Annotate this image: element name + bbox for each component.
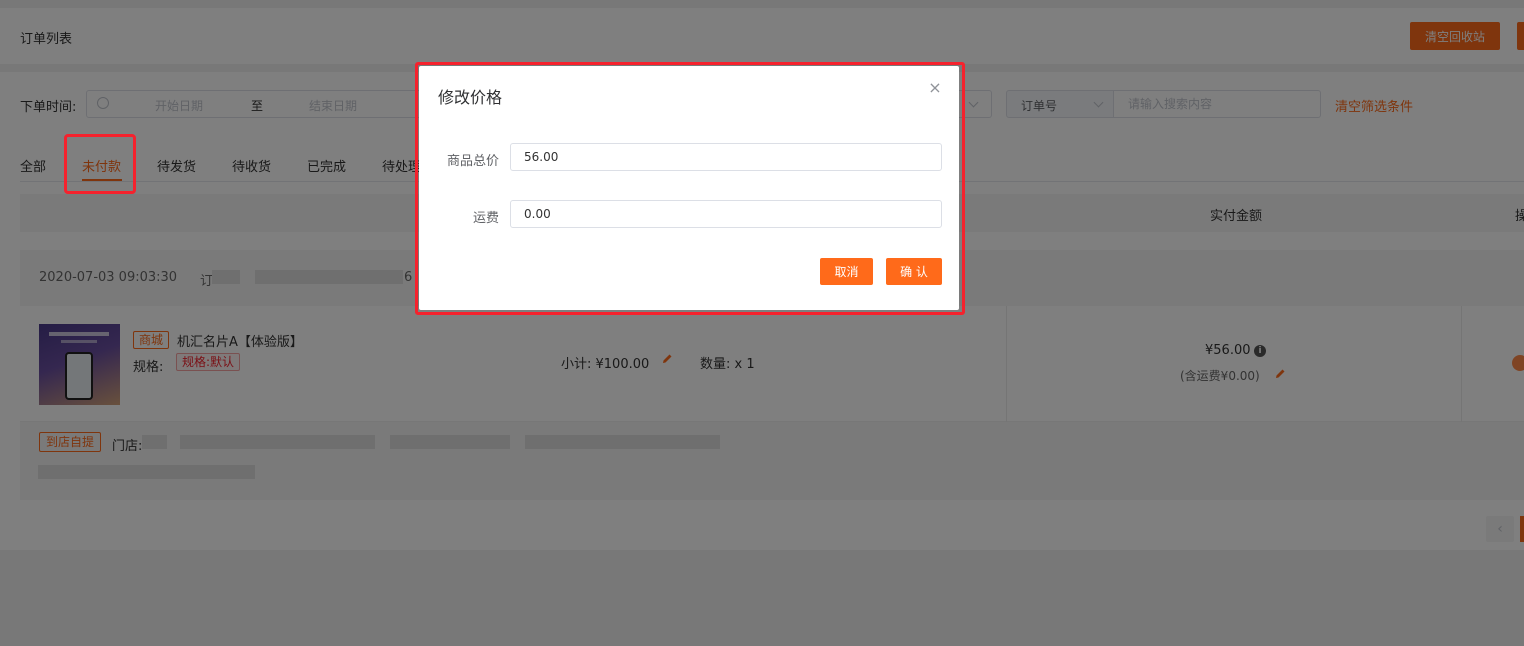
cancel-button[interactable]: 取消 (820, 258, 873, 285)
edit-price-dialog: 修改价格 × 商品总价 运费 取消 确 认 (419, 66, 959, 310)
confirm-button[interactable]: 确 认 (886, 258, 942, 285)
total-price-input[interactable] (510, 143, 942, 171)
shipping-fee-input[interactable] (510, 200, 942, 228)
total-price-label: 商品总价 (446, 154, 499, 169)
close-icon[interactable]: × (927, 80, 943, 96)
shipping-fee-label: 运费 (472, 211, 499, 226)
order-list-page: 订单列表 清空回收站 下单时间: 开始日期 至 结束日期 订单号 清空筛选条件 … (0, 0, 1524, 646)
dialog-title: 修改价格 (438, 88, 503, 107)
highlight-box-unpaid-tab (64, 134, 136, 194)
